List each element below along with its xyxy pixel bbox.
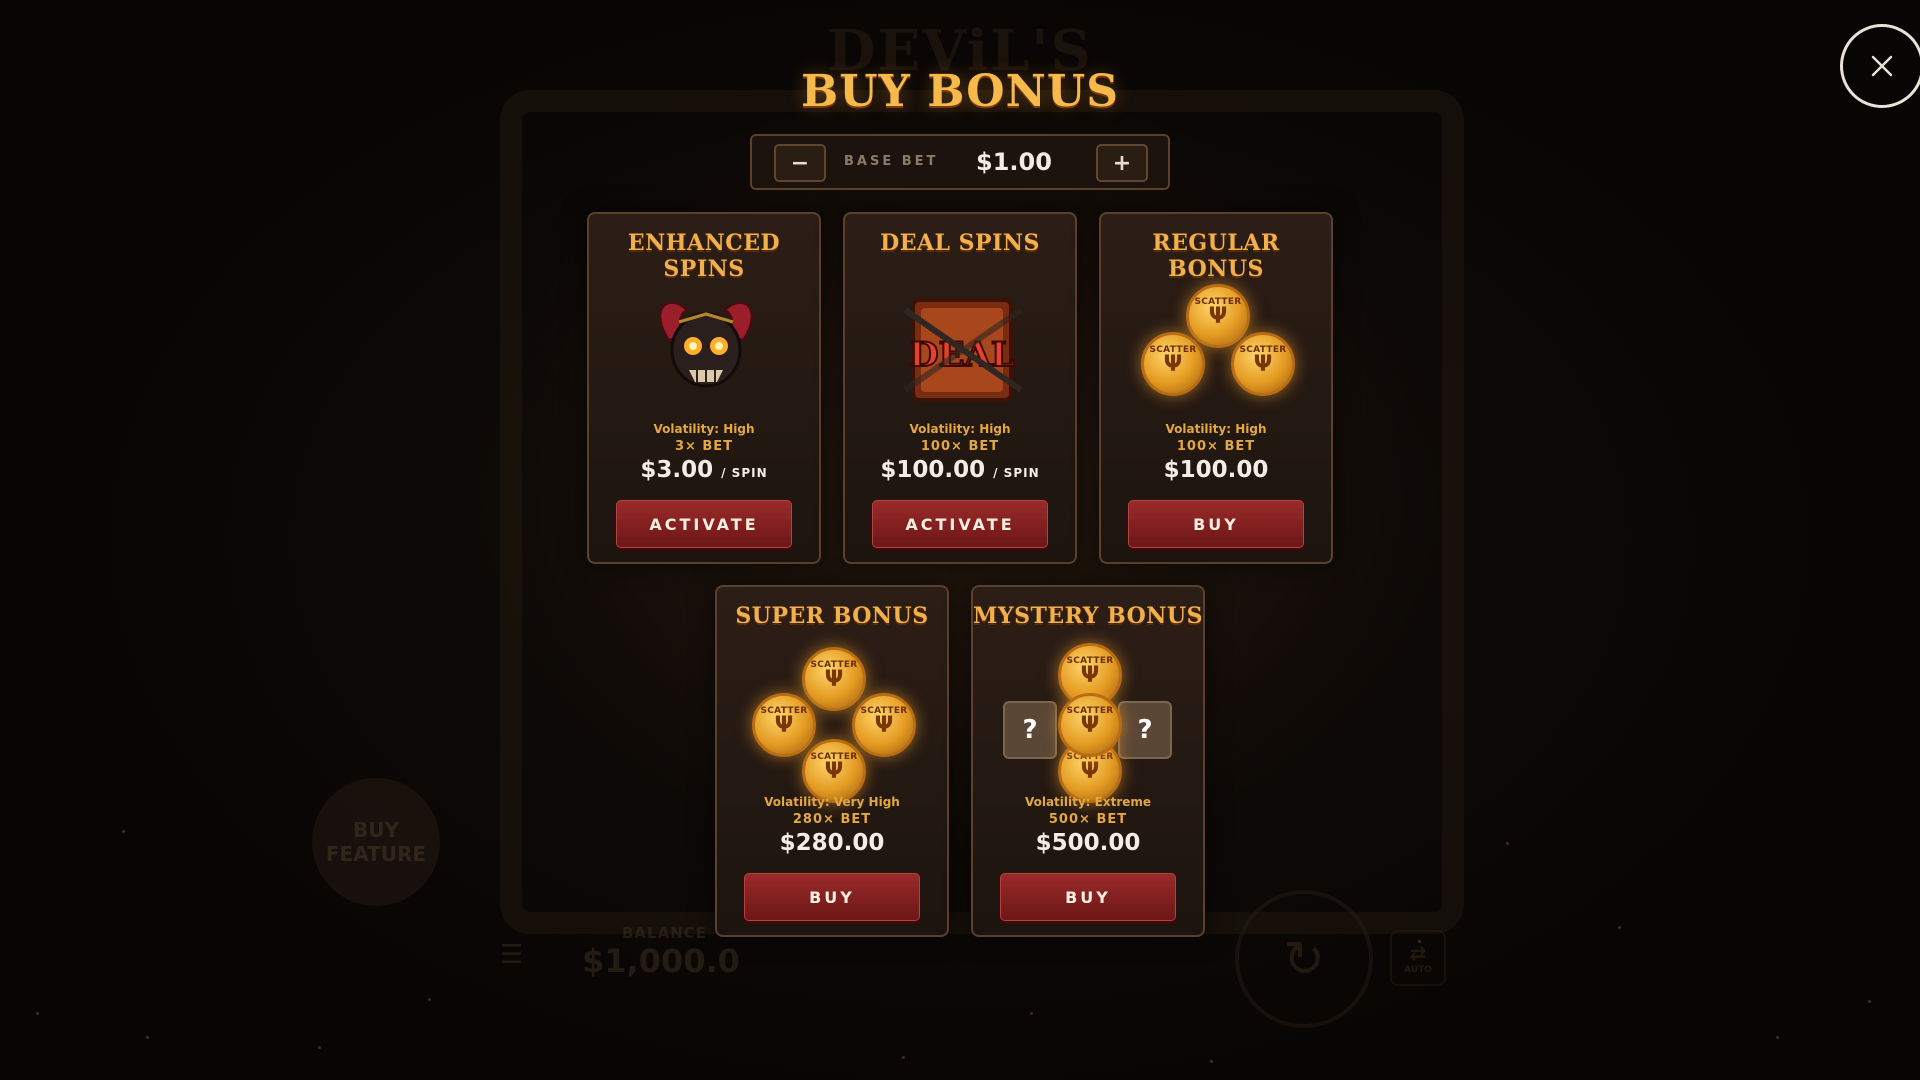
volatility-text: Volatility: High [1165, 422, 1267, 436]
volatility-text: Volatility: High [909, 422, 1011, 436]
bet-multiplier: 3× BET [674, 439, 734, 454]
buy-button[interactable]: BUY [1128, 500, 1304, 548]
price: $3.00 / SPIN [640, 457, 768, 483]
activate-button[interactable]: ACTIVATE [872, 500, 1048, 548]
decrease-bet-button[interactable]: − [774, 144, 826, 182]
increase-bet-button[interactable]: + [1096, 144, 1148, 182]
price: $100.00 / SPIN [880, 457, 1040, 483]
card-title: DEAL SPINS [880, 230, 1040, 256]
devil-skull-icon [589, 270, 819, 422]
scatter-coin-icon: SCATTER Ψ [1141, 332, 1205, 396]
bet-multiplier: 100× BET [920, 439, 1000, 454]
scatter-coin-icon: SCATTER Ψ [802, 647, 866, 711]
bonus-card-deal-spins: DEAL SPINS DEAL Volatility: High 100× BE… [843, 212, 1077, 564]
svg-text:DEAL: DEAL [909, 335, 1015, 375]
volatility-text: Volatility: Very High [764, 795, 900, 809]
buy-button[interactable]: BUY [1000, 873, 1176, 921]
activate-button[interactable]: ACTIVATE [616, 500, 792, 548]
bet-multiplier: 500× BET [1048, 812, 1128, 827]
deal-sign-icon: DEAL [845, 270, 1075, 422]
mystery-question-icon: ? [1003, 701, 1057, 759]
bonus-card-mystery-bonus: MYSTERY BONUS ? ? SCATTER Ψ SCATTER Ψ SCAT… [971, 585, 1205, 937]
base-bet-bar: − BASE BET $1.00 + [750, 134, 1170, 190]
bonus-card-regular-bonus: REGULAR BONUS SCATTER Ψ SCATTER Ψ SCATTER Ψ… [1099, 212, 1333, 564]
scatter-coin-icon: SCATTER Ψ [1231, 332, 1295, 396]
price: $500.00 [1035, 830, 1141, 856]
scatter-coins-group: ? ? SCATTER Ψ SCATTER Ψ SCATTER Ψ [973, 643, 1203, 803]
card-title: MYSTERY BONUS [973, 603, 1203, 629]
price: $100.00 [1163, 457, 1269, 483]
scatter-coin-icon: SCATTER Ψ [1058, 693, 1122, 757]
bet-multiplier: 280× BET [792, 812, 872, 827]
modal-title: BUY BONUS [801, 66, 1119, 117]
scatter-coin-icon: SCATTER Ψ [802, 739, 866, 803]
bet-multiplier: 100× BET [1176, 439, 1256, 454]
volatility-text: Volatility: Extreme [1024, 795, 1152, 809]
buy-button[interactable]: BUY [744, 873, 920, 921]
base-bet-label: BASE BET [844, 154, 939, 169]
bonus-card-super-bonus: SUPER BONUS SCATTER Ψ SCATTER Ψ SCATTER Ψ S… [715, 585, 949, 937]
scatter-coins-group: SCATTER Ψ SCATTER Ψ SCATTER Ψ [1101, 270, 1331, 422]
mystery-question-icon: ? [1118, 701, 1172, 759]
volatility-text: Volatility: High [653, 422, 755, 436]
price: $280.00 [779, 830, 885, 856]
scatter-coins-group: SCATTER Ψ SCATTER Ψ SCATTER Ψ SCATTER Ψ [717, 643, 947, 803]
bonus-card-enhanced-spins: ENHANCED SPINS Volatility: High 3× BET $… [587, 212, 821, 564]
scatter-coin-icon: SCATTER Ψ [1186, 284, 1250, 348]
base-bet-value: $1.00 [976, 148, 1052, 176]
card-title: SUPER BONUS [735, 603, 929, 629]
scatter-coin-icon: SCATTER Ψ [852, 693, 916, 757]
scatter-coin-icon: SCATTER Ψ [752, 693, 816, 757]
